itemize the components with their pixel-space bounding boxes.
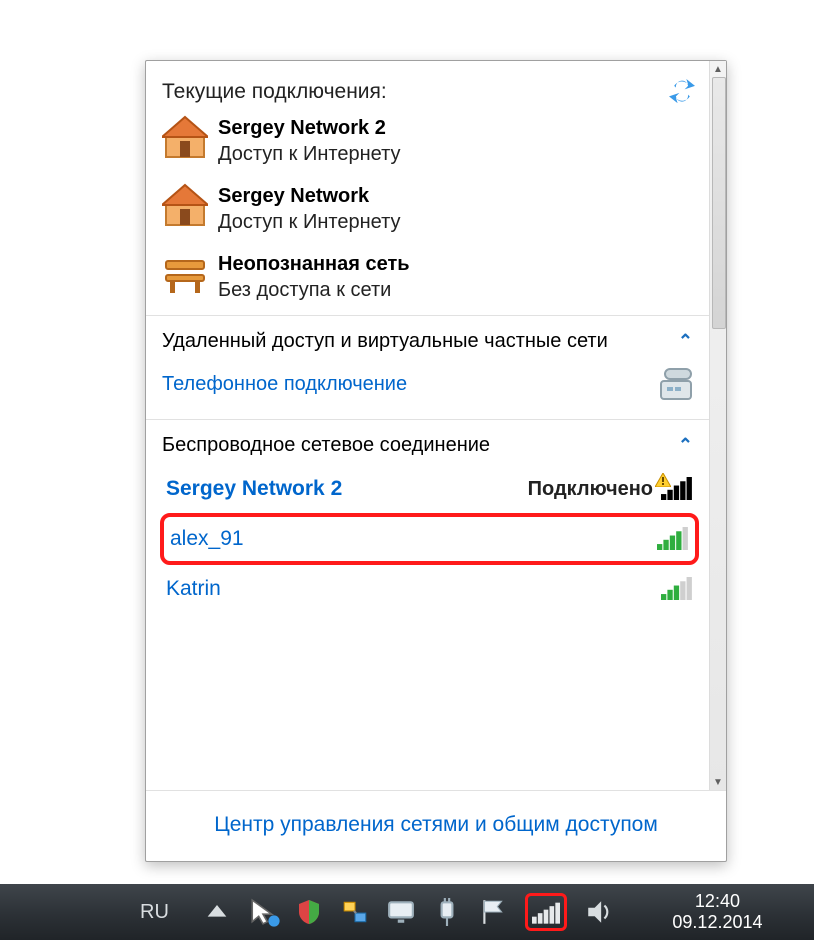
scroll-up-button[interactable]: ▲ — [711, 61, 725, 77]
wireless-group-header[interactable]: Беспроводное сетевое соединение ⌃ — [160, 420, 699, 467]
scroll-thumb[interactable] — [712, 77, 726, 329]
connection-status: Доступ к Интернету — [218, 209, 400, 235]
scrollbar[interactable]: ▲ ▼ — [709, 61, 726, 790]
connection-item[interactable]: Неопознанная сеть Без доступа к сети — [160, 243, 699, 311]
connection-item[interactable]: Sergey Network Доступ к Интернету — [160, 175, 699, 243]
volume-icon[interactable] — [585, 898, 613, 926]
highlighted-network: alex_91 — [160, 513, 699, 565]
wifi-signal-icon — [657, 527, 689, 551]
clock-date: 09.12.2014 — [672, 912, 762, 933]
monitor-icon[interactable] — [387, 898, 415, 926]
wifi-network-item[interactable]: alex_91 — [168, 523, 691, 555]
dialup-group-header[interactable]: Удаленный доступ и виртуальные частные с… — [160, 316, 699, 363]
connection-name: Sergey Network — [218, 183, 400, 209]
refresh-icon[interactable] — [669, 79, 695, 105]
wifi-name: Katrin — [166, 577, 221, 601]
bench-icon — [162, 251, 208, 297]
wifi-network-item[interactable]: Katrin — [160, 567, 699, 611]
security-shield-icon[interactable] — [295, 898, 323, 926]
current-connections-label: Текущие подключения: — [162, 80, 387, 104]
action-flag-icon[interactable] — [479, 898, 507, 926]
cursor-icon[interactable] — [249, 898, 277, 926]
house-icon — [162, 115, 208, 161]
clock-time: 12:40 — [672, 891, 762, 912]
phone-connection-label: Телефонное подключение — [162, 373, 407, 396]
phone-connection-item[interactable]: Телефонное подключение — [160, 363, 699, 415]
wifi-signal-icon — [661, 477, 693, 501]
taskbar-clock[interactable]: 12:40 09.12.2014 — [672, 891, 762, 932]
wifi-name: alex_91 — [170, 527, 244, 551]
connection-status: Без доступа к сети — [218, 277, 410, 303]
network-share-icon[interactable] — [341, 898, 369, 926]
chevron-up-icon[interactable]: ⌃ — [678, 435, 693, 456]
connection-name: Sergey Network 2 — [218, 115, 400, 141]
network-flyout: Текущие подключения: Sergey Network 2 До… — [145, 60, 727, 862]
connection-name: Неопознанная сеть — [218, 251, 410, 277]
power-plug-icon[interactable] — [433, 898, 461, 926]
wireless-group-label: Беспроводное сетевое соединение — [162, 434, 490, 457]
wifi-connected-label: Подключено — [528, 478, 653, 501]
wifi-tray-icon[interactable] — [525, 893, 567, 931]
scroll-down-button[interactable]: ▼ — [711, 774, 725, 790]
taskbar: RU 12:40 09.12.2014 — [0, 884, 814, 940]
wifi-network-item[interactable]: Sergey Network 2 Подключено — [160, 467, 699, 511]
language-indicator[interactable]: RU — [140, 901, 169, 924]
connection-status: Доступ к Интернету — [218, 141, 400, 167]
phone-icon — [659, 367, 693, 401]
dialup-group-label: Удаленный доступ и виртуальные частные с… — [162, 330, 608, 353]
wifi-name: Sergey Network 2 — [166, 477, 342, 501]
system-tray — [203, 893, 613, 931]
tray-overflow-icon[interactable] — [203, 898, 231, 926]
flyout-footer: Центр управления сетями и общим доступом — [146, 790, 726, 861]
wifi-signal-icon — [661, 577, 693, 601]
scroll-track[interactable] — [711, 77, 725, 774]
chevron-up-icon[interactable]: ⌃ — [678, 331, 693, 352]
house-icon — [162, 183, 208, 229]
connection-item[interactable]: Sergey Network 2 Доступ к Интернету — [160, 107, 699, 175]
current-connections-header: Текущие подключения: — [160, 69, 699, 107]
network-center-link[interactable]: Центр управления сетями и общим доступом — [214, 813, 658, 836]
